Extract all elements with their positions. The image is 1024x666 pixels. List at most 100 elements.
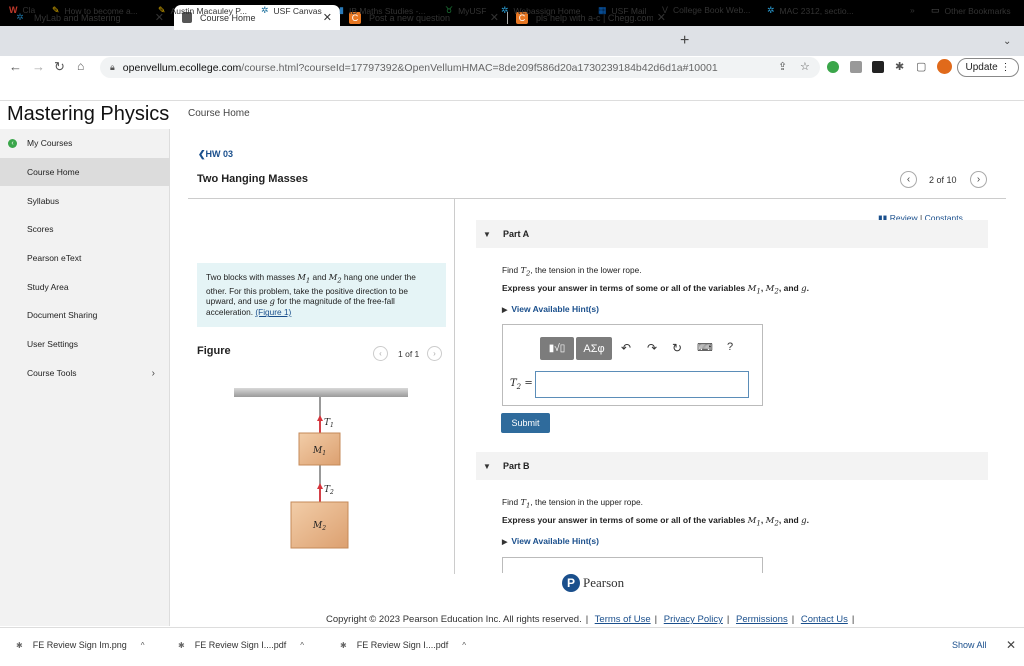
privacy-link[interactable]: Privacy Policy — [664, 614, 723, 625]
w-icon: W — [9, 5, 18, 15]
other-bookmarks[interactable]: ▭ Other Bookmarks — [931, 5, 1011, 16]
bookmark-item[interactable]: ▮ IB Maths Studies -... — [339, 5, 425, 16]
back-to-assignment-link[interactable]: ❮HW 03 — [198, 149, 233, 160]
part-b-header[interactable]: ▼ Part B — [476, 452, 988, 480]
show-all-downloads[interactable]: Show All — [952, 640, 987, 650]
file-icon: ✱ — [178, 640, 185, 650]
brand-title: Mastering Physics — [0, 101, 170, 129]
close-icon[interactable]: ✕ — [490, 11, 499, 24]
canvas-icon: ✲ — [261, 5, 269, 15]
sidebar-item-course-home[interactable]: Course Home — [0, 158, 170, 186]
caret-down-icon: ▼ — [483, 229, 491, 239]
ceiling — [234, 388, 408, 397]
reset-icon[interactable]: ↻ — [672, 341, 682, 355]
pearson-logo: P Pearson — [562, 574, 624, 592]
caret-down-icon: ▼ — [483, 461, 491, 471]
answer-variable-label: T2 = — [510, 378, 533, 391]
figure-link[interactable]: (Figure 1) — [255, 307, 291, 317]
sidebar-item-course-tools[interactable]: Course Tools › — [0, 359, 170, 387]
extensions-puzzle-icon[interactable]: ✱ — [895, 60, 904, 73]
tab-search-icon[interactable]: ⌄ — [1003, 36, 1011, 47]
t2-label: T2 — [324, 485, 334, 496]
bookmark-star-icon[interactable]: ☆ — [800, 60, 810, 73]
download-item[interactable]: ✱ FE Review Sign Im.png ^ — [16, 640, 145, 650]
next-problem-button[interactable]: › — [970, 171, 987, 188]
reload-icon[interactable]: ↻ — [54, 59, 65, 75]
sidebar-item-document-sharing[interactable]: Document Sharing — [0, 301, 170, 329]
undo-icon[interactable]: ↶ — [621, 341, 631, 355]
bookmark-item[interactable]: W Cla — [9, 5, 35, 15]
url-field[interactable]: 🔒︎ openvellum.ecollege.com/course.html?c… — [100, 57, 820, 78]
file-icon: ✱ — [340, 640, 347, 650]
templates-button[interactable]: ▮√▯ — [540, 337, 574, 360]
extension-icon[interactable] — [850, 61, 862, 73]
close-icon[interactable]: ✕ — [1006, 638, 1016, 652]
sidebar-item-syllabus[interactable]: Syllabus — [0, 187, 170, 215]
sidebar-item-scores[interactable]: Scores — [0, 215, 170, 243]
home-icon[interactable]: ⌂ — [77, 59, 84, 73]
downloads-bar — [0, 627, 1024, 666]
part-a-hints-link[interactable]: ▶ View Available Hint(s) — [502, 304, 599, 314]
part-a-instructions: Express your answer in terms of some or … — [502, 283, 809, 296]
folder-icon: ▭ — [931, 5, 940, 15]
bookmark-item[interactable]: ✎ Austin Macauley P... — [158, 5, 247, 16]
symbols-button[interactable]: ΑΣφ — [576, 337, 612, 360]
submit-button[interactable]: Submit — [501, 413, 550, 433]
page-footer: Copyright © 2023 Pearson Education Inc. … — [326, 614, 855, 625]
figure-heading: Figure — [197, 345, 231, 357]
tab-strip — [0, 26, 1024, 56]
problem-position: 2 of 10 — [929, 175, 957, 185]
extension-icon[interactable] — [872, 61, 884, 73]
part-b-hints-link[interactable]: ▶ View Available Hint(s) — [502, 536, 599, 546]
pearson-p-icon: P — [562, 574, 580, 592]
bookmark-item[interactable]: ✲ USF Canvas — [261, 5, 322, 16]
next-figure-button[interactable]: › — [427, 346, 442, 361]
chevron-up-icon[interactable]: ^ — [141, 641, 145, 650]
prev-problem-button[interactable]: ‹ — [900, 171, 917, 188]
bookmark-item[interactable]: ✎ How to become a... — [52, 5, 138, 16]
back-icon[interactable]: ← — [9, 59, 22, 74]
chevron-right-icon: › — [151, 367, 155, 379]
t1-label: T1 — [324, 418, 334, 429]
sidebar-item-my-courses[interactable]: My Courses — [0, 129, 170, 157]
chevron-up-icon[interactable]: ^ — [462, 641, 466, 650]
help-button[interactable]: ? — [727, 341, 733, 353]
bookmark-item[interactable]: V College Book Web... — [662, 5, 750, 15]
webassign-icon: ✲ — [767, 5, 775, 15]
share-icon[interactable]: ⇪ — [778, 60, 787, 73]
prev-figure-button[interactable]: ‹ — [373, 346, 388, 361]
terms-link[interactable]: Terms of Use — [595, 614, 651, 625]
t1-arrowhead — [317, 415, 323, 421]
t2-arrowhead — [317, 483, 323, 489]
new-tab-button[interactable]: + — [680, 32, 689, 50]
sidebar-item-study-area[interactable]: Study Area — [0, 273, 170, 301]
contact-link[interactable]: Contact Us — [801, 614, 848, 625]
grammarly-icon[interactable] — [827, 61, 839, 73]
close-icon[interactable]: ✕ — [323, 11, 332, 24]
keyboard-icon[interactable]: ⌨ — [697, 341, 713, 354]
v-icon: V — [662, 5, 669, 15]
permissions-link[interactable]: Permissions — [736, 614, 788, 625]
bookmark-item[interactable]: ▦ USF Mail — [598, 5, 646, 16]
redo-icon[interactable]: ↷ — [647, 341, 657, 355]
hanging-masses-figure: T1 M1 T2 M2 — [234, 388, 408, 549]
part-a-answer-input[interactable] — [535, 371, 749, 398]
side-panel-icon[interactable]: ▢ — [916, 60, 926, 73]
figure-position: 1 of 1 — [398, 349, 420, 359]
update-button[interactable]: Update ⋮ — [957, 58, 1019, 77]
pencil-icon: ✎ — [158, 5, 166, 15]
sidebar-item-etext[interactable]: Pearson eText — [0, 244, 170, 272]
bookmark-item[interactable]: ✲ MAC 2312, sectio... — [767, 5, 854, 16]
download-item[interactable]: ✱ FE Review Sign I....pdf ^ — [340, 640, 466, 650]
profile-avatar[interactable] — [937, 59, 952, 74]
bookmark-item[interactable]: ✲ Webassign Home — [501, 5, 580, 16]
bar-chart-icon: ▮ — [339, 5, 344, 15]
bull-icon: ♉︎ — [445, 5, 454, 15]
bookmark-item[interactable]: ♉︎ MyUSF — [445, 5, 486, 16]
forward-icon[interactable]: → — [32, 59, 45, 74]
sidebar-item-user-settings[interactable]: User Settings — [0, 330, 170, 358]
download-item[interactable]: ✱ FE Review Sign I....pdf ^ — [178, 640, 304, 650]
bookmarks-overflow[interactable]: » — [910, 5, 915, 15]
chevron-up-icon[interactable]: ^ — [300, 641, 304, 650]
part-a-header[interactable]: ▼ Part A — [476, 220, 988, 248]
